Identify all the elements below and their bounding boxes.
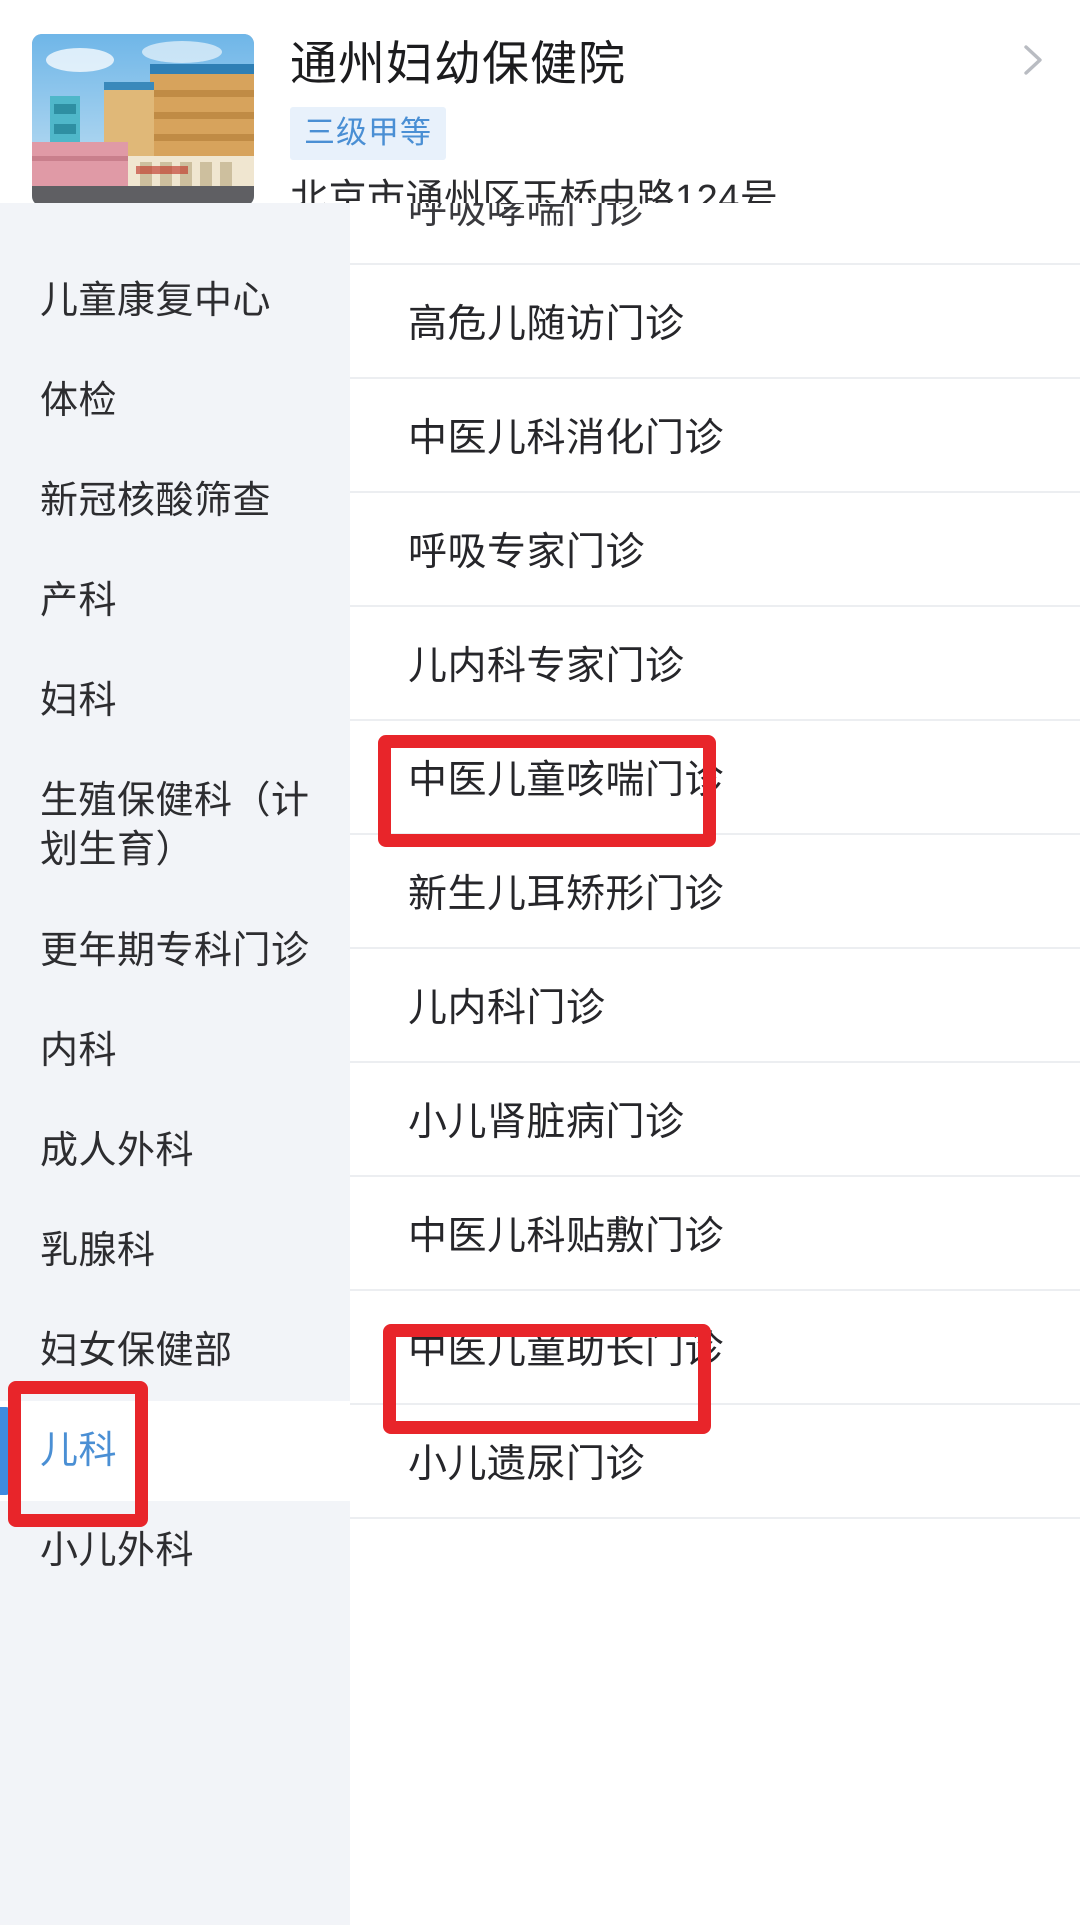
sidebar-item-8[interactable]: 成人外科 [0,1101,350,1201]
content-body: 儿童康复中心 体检新冠核酸筛查 产科妇科生殖保健科（计划生育） 更年期专科门诊 内科成人… [0,203,1080,1925]
list-item[interactable]: 高危儿随访门诊 [350,265,1080,379]
list-item-label: 中医儿科消化门诊 [408,417,725,460]
sidebar-item-4[interactable]: 妇科 [0,651,350,751]
hospital-info: 通州妇幼保健院 三级甲等 北京市通州区玉桥中路124号 [290,34,1080,221]
list-item[interactable]: 儿内科门诊 [350,949,1080,1063]
sidebar-item-10[interactable]: 妇女保健部 [0,1301,350,1401]
sidebar-item-label: 新冠核酸筛查 [40,479,272,522]
sidebar-item-7[interactable]: 内科 [0,1001,350,1101]
clinic-list-pane[interactable]: 呼吸哮喘门诊高危儿随访门诊 中医儿科消化门诊 呼吸专家门诊 儿内科专家门诊 中医儿童咳喘… [350,203,1080,1925]
sidebar-item-1[interactable]: 体检 [0,351,350,451]
sidebar-item-label: 成人外科 [40,1129,195,1172]
list-item[interactable]: 小儿肾脏病门诊 [350,1063,1080,1177]
badge-row: 三级甲等 [290,106,1080,160]
hospital-thumbnail[interactable] [32,34,254,206]
list-item-label: 中医儿童助长门诊 [408,1329,725,1372]
list-item-label: 儿内科专家门诊 [408,645,685,688]
sidebar-item-0[interactable]: 儿童康复中心 [0,251,350,351]
list-item[interactable]: 中医儿科消化门诊 [350,379,1080,493]
sidebar-item-label: 体检 [40,379,118,422]
sidebar-item-12[interactable]: 小儿外科 [0,1501,350,1601]
list-item-label: 小儿肾脏病门诊 [408,1101,685,1144]
list-item[interactable]: 小儿遗尿门诊 [350,1405,1080,1519]
list-item[interactable]: 中医儿科贴敷门诊 [350,1177,1080,1291]
list-item[interactable]: 呼吸哮喘门诊 [350,203,1080,265]
sidebar-item-2[interactable]: 新冠核酸筛查 [0,451,350,551]
sidebar-item-6[interactable]: 更年期专科门诊 [0,901,350,1001]
list-item-label: 呼吸哮喘门诊 [408,203,646,232]
status-badge: 三级甲等 [290,106,446,160]
sidebar-item-label: 小儿外科 [40,1529,195,1572]
list-item[interactable]: 新生儿耳矫形门诊 [350,835,1080,949]
sidebar-item-label: 儿科 [40,1429,118,1472]
sidebar-item-3[interactable]: 产科 [0,551,350,651]
sidebar-item-label: 乳腺科 [40,1229,156,1272]
page-title: 通州妇幼保健院 [290,37,626,90]
department-sidebar[interactable]: 儿童康复中心 体检新冠核酸筛查 产科妇科生殖保健科（计划生育） 更年期专科门诊 内科成人… [0,203,350,1925]
list-item-label: 中医儿童咳喘门诊 [408,759,725,802]
hospital-building-photo [32,34,254,206]
list-item-label: 呼吸专家门诊 [408,531,646,574]
sidebar-item-label: 产科 [40,579,118,622]
sidebar-item-label: 内科 [40,1029,118,1072]
list-item[interactable]: 儿内科专家门诊 [350,607,1080,721]
list-item-label: 儿内科门诊 [408,987,606,1030]
list-item-label: 小儿遗尿门诊 [408,1443,646,1486]
list-item-label: 高危儿随访门诊 [408,303,685,346]
list-item[interactable]: 中医儿童咳喘门诊 [350,721,1080,835]
app-screen: 通州妇幼保健院 三级甲等 北京市通州区玉桥中路124号 儿童康复中心 体检新冠核酸… [0,0,1080,1925]
clinic-list: 呼吸哮喘门诊高危儿随访门诊 中医儿科消化门诊 呼吸专家门诊 儿内科专家门诊 中医儿童咳喘… [350,203,1080,1519]
sidebar-item-label: 妇科 [40,679,118,722]
list-item[interactable]: 呼吸专家门诊 [350,493,1080,607]
sidebar-item-label: 生殖保健科（计划生育） [40,780,310,871]
list-item[interactable]: 中医儿童助长门诊 [350,1291,1080,1405]
sidebar-item-label: 儿童康复中心 [40,279,272,322]
sidebar-item-5[interactable]: 生殖保健科（计划生育） [0,751,350,901]
list-item-label: 新生儿耳矫形门诊 [408,873,725,916]
list-item-label: 中医儿科贴敷门诊 [408,1215,725,1258]
sidebar-active-indicator [0,1407,10,1495]
sidebar-item-label: 妇女保健部 [40,1329,233,1372]
sidebar-item-11[interactable]: 儿科 [0,1401,350,1501]
chevron-right-icon[interactable] [1010,38,1054,82]
sidebar-item-label: 更年期专科门诊 [40,929,310,972]
sidebar-item-9[interactable]: 乳腺科 [0,1201,350,1301]
